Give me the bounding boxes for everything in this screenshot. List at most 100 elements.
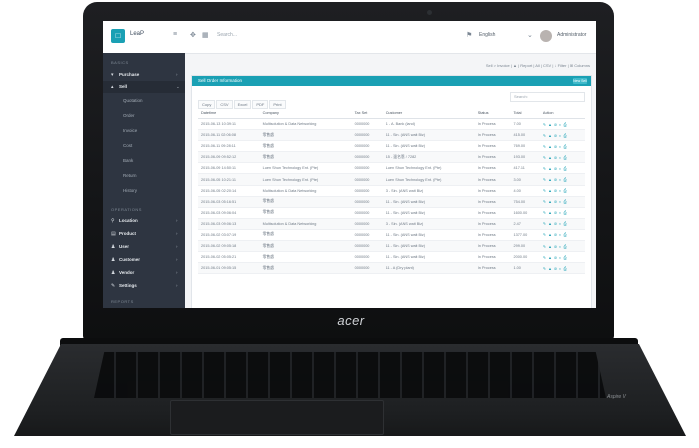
row-actions[interactable]: ✎ ▲ ⊘ ◐ ⎙: [539, 185, 585, 197]
touchpad: [170, 400, 384, 435]
table-header-row: Datetime Company Tax Set Customer Status…: [198, 107, 585, 119]
table-row[interactable]: 2015-06-05 10:21:11 Luen Shun Technology …: [198, 173, 585, 186]
language-selector[interactable]: English: [479, 32, 495, 38]
row-actions[interactable]: ✎ ▲ ⊘ ◐ ⎙: [539, 173, 585, 186]
sidebar-subitem[interactable]: Return: [103, 170, 185, 181]
row-actions[interactable]: ✎ ▲ ⊘ ◐ ⎙: [539, 218, 585, 230]
new-sell-button[interactable]: New Sell: [573, 78, 587, 84]
table-cell: 2015-06-11 09:28:11: [198, 140, 260, 153]
table-cell: 11 - Sin. (ANS wait Biz): [382, 251, 475, 264]
chevron-down-icon[interactable]: ⌄: [527, 31, 533, 39]
column-header-datetime[interactable]: Datetime: [198, 107, 260, 119]
sidebar-item-customer[interactable]: ♟ Customer ›: [103, 254, 185, 266]
table-cell: Luen Shun Technology Ent. (Pte): [259, 173, 352, 186]
table-cell: In Process: [474, 240, 511, 253]
row-actions[interactable]: ✎ ▲ ⊘ ◐ ⎙: [539, 240, 585, 253]
export-toolbar: Copy CSV Excel PDF Print: [198, 93, 287, 109]
table-row[interactable]: 2015-06-11 02:06:08 零售處 0000000 11 - Sin. (…: [198, 129, 585, 142]
row-actions[interactable]: ✎ ▲ ⊘ ◐ ⎙: [539, 151, 585, 164]
sidebar-subitem[interactable]: Order: [103, 110, 185, 121]
avatar[interactable]: [540, 30, 552, 42]
grid-icon[interactable]: ▦: [202, 31, 209, 39]
table-row[interactable]: 2015-06-11 09:28:11 零售處 0000000 11 - Sin. (…: [198, 140, 585, 153]
column-header-status[interactable]: Status: [474, 107, 511, 119]
table-cell: 0000000: [351, 251, 383, 264]
table-cell: 零售處: [259, 207, 352, 219]
sidebar-item-vendor[interactable]: ♟ Vendor ›: [103, 267, 185, 279]
table-cell: 1.00: [510, 262, 540, 275]
table-cell: 零售處: [259, 151, 352, 164]
table-cell: 2015-06-09 09:52:12: [198, 151, 260, 164]
sidebar-item-purchase[interactable]: ▾ Purchase ›: [103, 69, 185, 81]
table-row[interactable]: 2015-06-09 14:50:11 Luen Shun Technology …: [198, 162, 585, 175]
table-cell: 0000000: [351, 140, 383, 153]
sidebar-item-user[interactable]: ♟ User ›: [103, 241, 185, 253]
app-name[interactable]: LeaP: [130, 31, 144, 37]
table-cell: In Process: [474, 229, 511, 242]
table-cell: 2015-06-03 09:06:13: [198, 218, 260, 230]
table-row[interactable]: 2015-06-03 09:06:13 Multisolution & Data …: [198, 218, 585, 230]
sidebar-item-location[interactable]: ⚲ Location ›: [103, 215, 185, 227]
row-actions[interactable]: ✎ ▲ ⊘ ◐ ⎙: [539, 140, 585, 153]
table-cell: 1377.00: [510, 229, 540, 242]
expand-icon[interactable]: ✥: [190, 31, 196, 39]
table-row[interactable]: 2015-06-01 09:05:15 零售處 0000000 11 - A (Dry…: [198, 262, 585, 275]
sidebar-subitem[interactable]: Invoice: [103, 125, 185, 136]
sidebar-item-label: Purchase: [119, 72, 140, 77]
column-header-total[interactable]: Total: [510, 107, 540, 119]
table-cell: In Process: [474, 129, 511, 142]
table-row[interactable]: 2015-06-02 05:05:21 零售處 0000000 11 - Sin. (…: [198, 251, 585, 264]
table-row[interactable]: 2015-06-02 09:05:18 零售處 0000000 11 - Sin. (…: [198, 240, 585, 253]
table-row[interactable]: 2015-06-02 03:07:19 零售處 0000000 11 - Sin. (…: [198, 229, 585, 242]
table-cell: 0000000: [351, 162, 383, 175]
sidebar-subitem[interactable]: Quotation: [103, 95, 185, 106]
column-header-customer[interactable]: Customer: [382, 107, 475, 119]
table-body: 2015-06-13 10:39:11 Multisolution & Data …: [198, 118, 585, 275]
breadcrumb[interactable]: Sell > Invoice | ▲ | Report | All | CSV …: [486, 63, 590, 68]
user-name[interactable]: Administrator: [557, 32, 586, 38]
table-cell: 零售處: [259, 262, 352, 275]
table-cell: 15 - 溫名恩 / 7282: [382, 151, 475, 164]
table-row[interactable]: 2015-06-09 09:52:12 零售處 0000000 15 - 溫名恩 / …: [198, 151, 585, 164]
table-cell: 7.00: [510, 118, 540, 131]
column-header-company[interactable]: Company: [259, 107, 352, 119]
row-actions[interactable]: ✎ ▲ ⊘ ◐ ⎙: [539, 262, 585, 275]
app-logo[interactable]: □: [111, 29, 125, 43]
table-cell: Multisolution & Data Networking: [259, 218, 352, 230]
table-row[interactable]: 2015-06-05 02:20:14 Multisolution & Data …: [198, 185, 585, 197]
row-actions[interactable]: ✎ ▲ ⊘ ◐ ⎙: [539, 251, 585, 264]
sidebar-subitem[interactable]: History: [103, 185, 185, 196]
table-cell: 2.47: [510, 218, 540, 230]
row-actions[interactable]: ✎ ▲ ⊘ ◐ ⎙: [539, 196, 585, 208]
table-cell: 零售處: [259, 240, 352, 253]
menu-icon[interactable]: ≡: [173, 31, 177, 38]
flag-icon[interactable]: ⚑: [466, 31, 472, 39]
row-actions[interactable]: ✎ ▲ ⊘ ◐ ⎙: [539, 229, 585, 242]
chevron-icon: ›: [176, 72, 178, 77]
row-actions[interactable]: ✎ ▲ ⊘ ◐ ⎙: [539, 129, 585, 142]
table-cell: 2015-06-05 02:20:14: [198, 185, 260, 197]
table-cell: In Process: [474, 140, 511, 153]
row-actions[interactable]: ✎ ▲ ⊘ ◐ ⎙: [539, 118, 585, 131]
sidebar-item-sell[interactable]: ▴ Sell ⌄: [103, 81, 185, 93]
table-cell: 2015-06-03 09:06:04: [198, 207, 260, 219]
table-row[interactable]: 2015-06-13 10:39:11 Multisolution & Data …: [198, 118, 585, 131]
sidebar-item-settings[interactable]: ✎ Settings ›: [103, 280, 185, 292]
sidebar-subitem[interactable]: Cost: [103, 140, 185, 151]
sidebar-item-product[interactable]: ▤ Product ›: [103, 228, 185, 240]
location-icon: ⚲: [111, 218, 115, 224]
table-cell: 零售處: [259, 140, 352, 153]
search-input[interactable]: Search...: [217, 32, 237, 38]
row-actions[interactable]: ✎ ▲ ⊘ ◐ ⎙: [539, 207, 585, 219]
table-cell: 0000000: [351, 129, 383, 142]
sidebar-subitem[interactable]: Bank: [103, 155, 185, 166]
table-cell: In Process: [474, 118, 511, 131]
table-cell: 零售處: [259, 196, 352, 208]
row-actions[interactable]: ✎ ▲ ⊘ ◐ ⎙: [539, 162, 585, 175]
column-header-tax-set[interactable]: Tax Set: [351, 107, 383, 119]
table-row[interactable]: 2015-06-03 09:06:04 零售處 0000000 11 - Sin. (…: [198, 207, 585, 219]
table-cell: 2000.00: [510, 251, 540, 264]
table-row[interactable]: 2015-06-03 05:16:51 零售處 0000000 11 - Sin. (…: [198, 196, 585, 208]
table-search-input[interactable]: Search:: [510, 92, 585, 102]
table-cell: 0000000: [351, 240, 383, 253]
